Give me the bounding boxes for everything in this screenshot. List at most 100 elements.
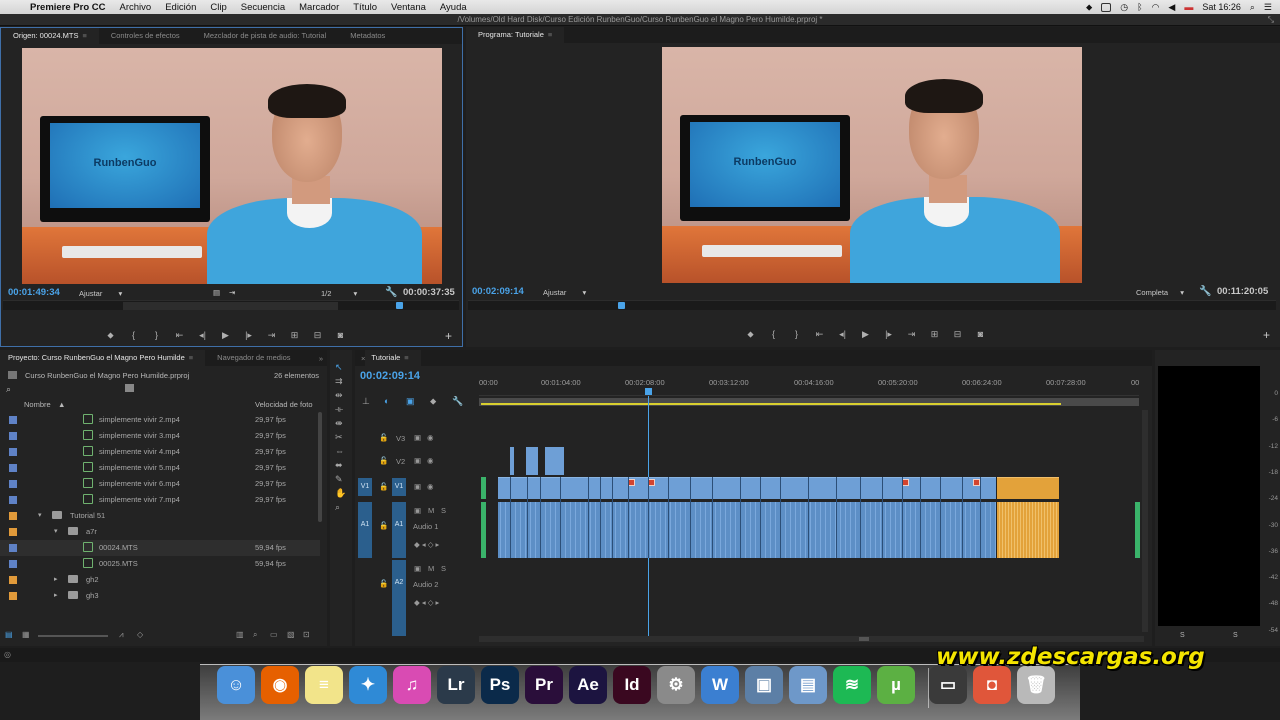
panel-overflow-icon[interactable]: » bbox=[319, 354, 323, 363]
dock-app-system-preferences-icon[interactable]: ⚙ bbox=[657, 666, 695, 704]
lock-icon[interactable]: 🔓 bbox=[379, 482, 388, 491]
dropbox-icon[interactable]: ⬥ bbox=[1086, 2, 1092, 13]
clip-edit-point[interactable] bbox=[648, 477, 649, 558]
tab-menu-icon[interactable]: ≡ bbox=[548, 30, 552, 39]
color-label[interactable] bbox=[9, 544, 17, 552]
tab-effect-controls[interactable]: Controles de efectos bbox=[99, 28, 192, 44]
clip-audio-main[interactable] bbox=[498, 502, 996, 558]
disclosure-closed-icon[interactable]: ▸ bbox=[54, 591, 58, 599]
hand-tool-icon[interactable]: ✋ bbox=[335, 488, 346, 499]
time-ruler[interactable]: 00:00 00:01:04:00 00:02:08:00 00:03:12:0… bbox=[479, 374, 1139, 396]
track-target-a2[interactable]: A2 bbox=[392, 560, 406, 636]
linked-selection-icon[interactable]: ◐ bbox=[384, 396, 389, 406]
step-forward-icon[interactable]: |▸ bbox=[877, 329, 900, 340]
eye-icon[interactable]: ◉ bbox=[427, 433, 434, 442]
export-frame-icon[interactable]: ◙ bbox=[329, 330, 352, 340]
snap-icon[interactable]: ⊥ bbox=[362, 396, 370, 407]
source-resolution-dropdown[interactable]: 1/2 ▾ bbox=[321, 289, 357, 298]
clip-edit-point[interactable] bbox=[560, 477, 561, 558]
app-menu[interactable]: Premiere Pro CC bbox=[30, 2, 106, 13]
dock-app-iphoto-icon[interactable]: ▣ bbox=[745, 666, 783, 704]
project-file-row[interactable]: 00024.MTS 59,94 fps bbox=[0, 540, 320, 556]
sync-lock-icon[interactable]: ▣ bbox=[414, 456, 421, 465]
project-file-row[interactable]: 00025.MTS 59,94 fps bbox=[0, 556, 320, 572]
mark-out-icon[interactable]: } bbox=[145, 330, 168, 340]
extract-icon[interactable]: ⊟ bbox=[946, 329, 969, 340]
mute-button[interactable]: M bbox=[428, 564, 434, 573]
go-to-out-icon[interactable]: ⇥ bbox=[260, 330, 283, 341]
color-label[interactable] bbox=[9, 448, 17, 456]
selection-tool-icon[interactable]: ↖ bbox=[335, 362, 343, 373]
go-to-out-icon[interactable]: ⇥ bbox=[900, 329, 923, 340]
clip-edit-point[interactable] bbox=[882, 477, 883, 558]
project-file-row[interactable]: simplemente vivir 7.mp4 29,97 fps bbox=[0, 492, 320, 508]
new-item-icon[interactable]: ▧ bbox=[287, 630, 295, 639]
dock-app-photoshop-icon[interactable]: Ps bbox=[481, 666, 519, 704]
insert-icon[interactable]: ⊞ bbox=[283, 330, 306, 341]
timeline-settings-icon[interactable]: 🔧 bbox=[452, 396, 463, 407]
source-drag-video-icon[interactable]: ⇥ bbox=[229, 288, 235, 297]
track-select-tool-icon[interactable]: ⇉ bbox=[335, 376, 343, 387]
fx-badge[interactable] bbox=[973, 479, 980, 486]
menu-secuencia[interactable]: Secuencia bbox=[241, 2, 285, 13]
clip-edit-point[interactable] bbox=[980, 477, 981, 558]
project-bin-row[interactable]: ▾ Tutorial 51 bbox=[0, 508, 320, 524]
fullscreen-icon[interactable]: ⤡ bbox=[1268, 14, 1274, 26]
new-bin-icon[interactable]: ▭ bbox=[270, 630, 278, 639]
clip-edit-point[interactable] bbox=[860, 477, 861, 558]
project-scrollbar[interactable] bbox=[318, 412, 322, 522]
solo-button[interactable]: S bbox=[441, 564, 446, 573]
dock-app-screen-icon[interactable]: ▭ bbox=[929, 666, 967, 704]
dock-app-firefox-icon[interactable]: ◉ bbox=[261, 666, 299, 704]
overwrite-icon[interactable]: ⊟ bbox=[306, 330, 329, 341]
step-back-icon[interactable]: ◂| bbox=[831, 329, 854, 340]
menu-titulo[interactable]: Título bbox=[353, 2, 377, 13]
clip-v2[interactable] bbox=[545, 447, 564, 475]
color-label[interactable] bbox=[9, 464, 17, 472]
color-label[interactable] bbox=[9, 512, 17, 520]
disclosure-open-icon[interactable]: ▾ bbox=[54, 527, 58, 535]
nest-icon[interactable]: ▣ bbox=[406, 396, 415, 407]
program-scrub-bar[interactable] bbox=[468, 300, 1276, 310]
zoom-slider[interactable] bbox=[38, 635, 108, 637]
mark-in-icon[interactable]: { bbox=[122, 330, 145, 340]
work-area-bar[interactable] bbox=[479, 398, 1139, 406]
automate-icon[interactable]: ◇ bbox=[137, 630, 143, 639]
dock-app-lightroom-icon[interactable]: Lr bbox=[437, 666, 475, 704]
track-target-a1[interactable]: A1 bbox=[392, 502, 406, 558]
find-icon[interactable]: ▥ bbox=[236, 630, 244, 639]
solo-left-button[interactable]: S bbox=[1180, 632, 1185, 639]
menu-ventana[interactable]: Ventana bbox=[391, 2, 426, 13]
play-icon[interactable]: ▶ bbox=[214, 330, 237, 341]
clip-edit-point[interactable] bbox=[527, 477, 528, 558]
lock-icon[interactable]: 🔓 bbox=[379, 521, 388, 530]
sort-icons-icon[interactable]: ⩘ bbox=[119, 630, 124, 640]
solo-button[interactable]: S bbox=[441, 506, 446, 515]
color-label[interactable] bbox=[9, 480, 17, 488]
clip-edit-point[interactable] bbox=[612, 477, 613, 558]
project-bin-row[interactable]: ▾ a7r bbox=[0, 524, 320, 540]
list-view-icon[interactable]: ▤ bbox=[5, 630, 13, 639]
source-video-frame[interactable]: RunbenGuo bbox=[22, 48, 442, 284]
dock-app-photo-booth-icon[interactable]: ◘ bbox=[973, 666, 1011, 704]
color-label[interactable] bbox=[9, 576, 17, 584]
tab-program[interactable]: Programa: Tutoriale ≡ bbox=[466, 27, 565, 43]
tab-project[interactable]: Proyecto: Curso RunbenGuo el Magno Pero … bbox=[0, 350, 206, 366]
step-forward-icon[interactable]: |▸ bbox=[237, 330, 260, 341]
clip-edit-point[interactable] bbox=[920, 477, 921, 558]
export-frame-icon[interactable]: ◙ bbox=[969, 329, 992, 339]
mark-out-icon[interactable]: } bbox=[785, 329, 808, 339]
dock-app-premiere-icon[interactable]: Pr bbox=[525, 666, 563, 704]
mute-button[interactable]: M bbox=[428, 506, 434, 515]
dock-app-trash-icon[interactable]: 🗑 bbox=[1017, 666, 1055, 704]
source-fit-dropdown[interactable]: Ajustar ▾ bbox=[79, 289, 122, 298]
clip-edit-point[interactable] bbox=[902, 477, 903, 558]
fx-badge[interactable] bbox=[648, 479, 655, 486]
go-to-in-icon[interactable]: ⇤ bbox=[808, 329, 831, 340]
add-marker-icon[interactable]: ⬥ bbox=[430, 396, 436, 407]
dock-app-utorrent-icon[interactable]: µ bbox=[877, 666, 915, 704]
source-button-editor-icon[interactable]: + bbox=[445, 329, 452, 343]
time-machine-icon[interactable]: ◷ bbox=[1120, 2, 1128, 13]
mark-in-icon[interactable]: { bbox=[762, 329, 785, 339]
lift-icon[interactable]: ⊞ bbox=[923, 329, 946, 340]
